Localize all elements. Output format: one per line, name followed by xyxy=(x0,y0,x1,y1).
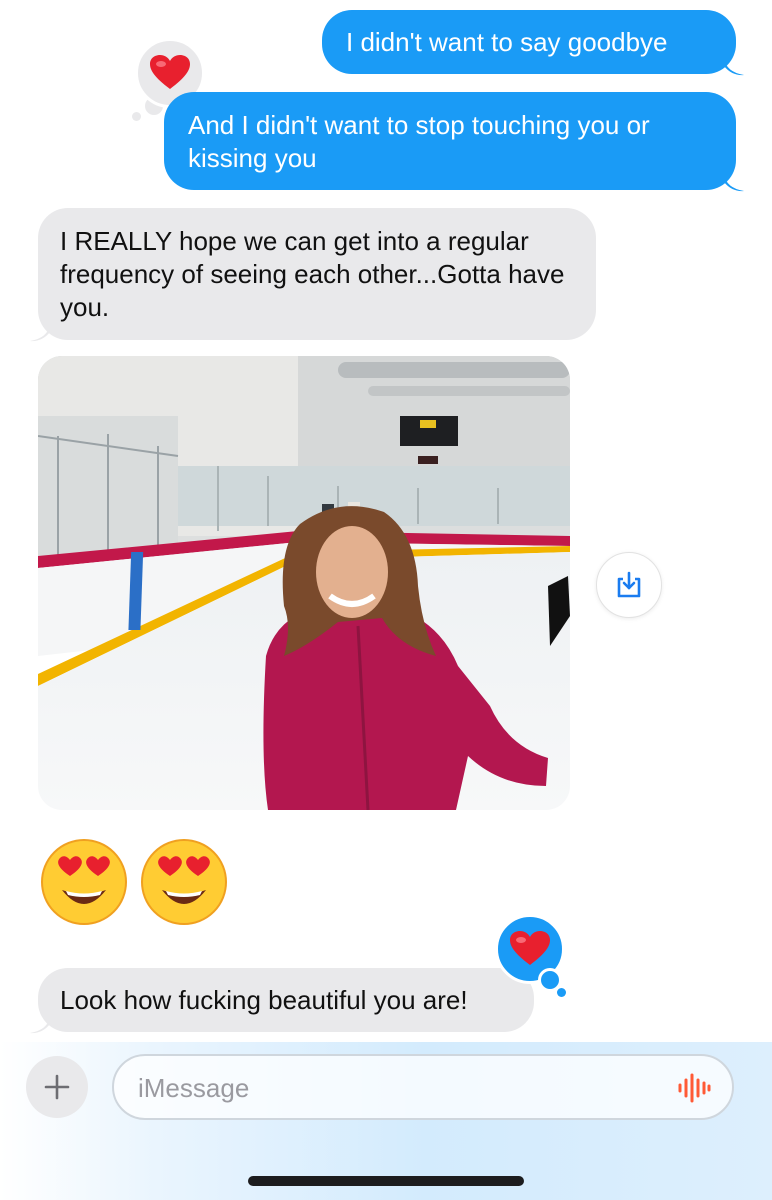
message-text: Look how fucking beautiful you are! xyxy=(60,985,468,1015)
bubble-tail xyxy=(724,174,744,192)
ice-rink-photo xyxy=(38,356,570,810)
save-button[interactable] xyxy=(596,552,662,618)
emoji-message[interactable] xyxy=(40,838,228,928)
message-text: I didn't want to say goodbye xyxy=(346,27,668,57)
audio-waveform-icon[interactable] xyxy=(676,1070,712,1106)
heart-icon xyxy=(150,55,190,89)
bubble-tail xyxy=(724,58,744,76)
sent-message-bubble[interactable]: And I didn't want to stop touching you o… xyxy=(164,92,736,190)
message-input[interactable] xyxy=(136,1068,660,1108)
message-input-container[interactable] xyxy=(112,1054,734,1120)
home-indicator[interactable] xyxy=(248,1176,524,1186)
message-text: And I didn't want to stop touching you o… xyxy=(188,110,650,173)
heart-eyes-emoji-icon xyxy=(41,839,127,925)
heart-icon xyxy=(510,931,550,965)
sent-message-bubble[interactable]: I didn't want to say goodbye xyxy=(322,10,736,74)
received-message-bubble[interactable]: I REALLY hope we can get into a regular … xyxy=(38,208,596,340)
photo-attachment[interactable] xyxy=(38,356,570,810)
save-download-icon xyxy=(617,571,641,598)
message-text: I REALLY hope we can get into a regular … xyxy=(60,226,565,322)
plus-icon xyxy=(44,1074,70,1100)
tapback-tail-dot xyxy=(132,112,141,121)
received-message-bubble[interactable]: Look how fucking beautiful you are! xyxy=(38,968,534,1032)
tapback-tail-dot xyxy=(557,988,566,997)
bubble-tail xyxy=(30,324,50,342)
bubble-tail xyxy=(30,1016,50,1034)
heart-eyes-emoji-icon xyxy=(141,839,227,925)
apps-plus-button[interactable] xyxy=(26,1056,88,1118)
